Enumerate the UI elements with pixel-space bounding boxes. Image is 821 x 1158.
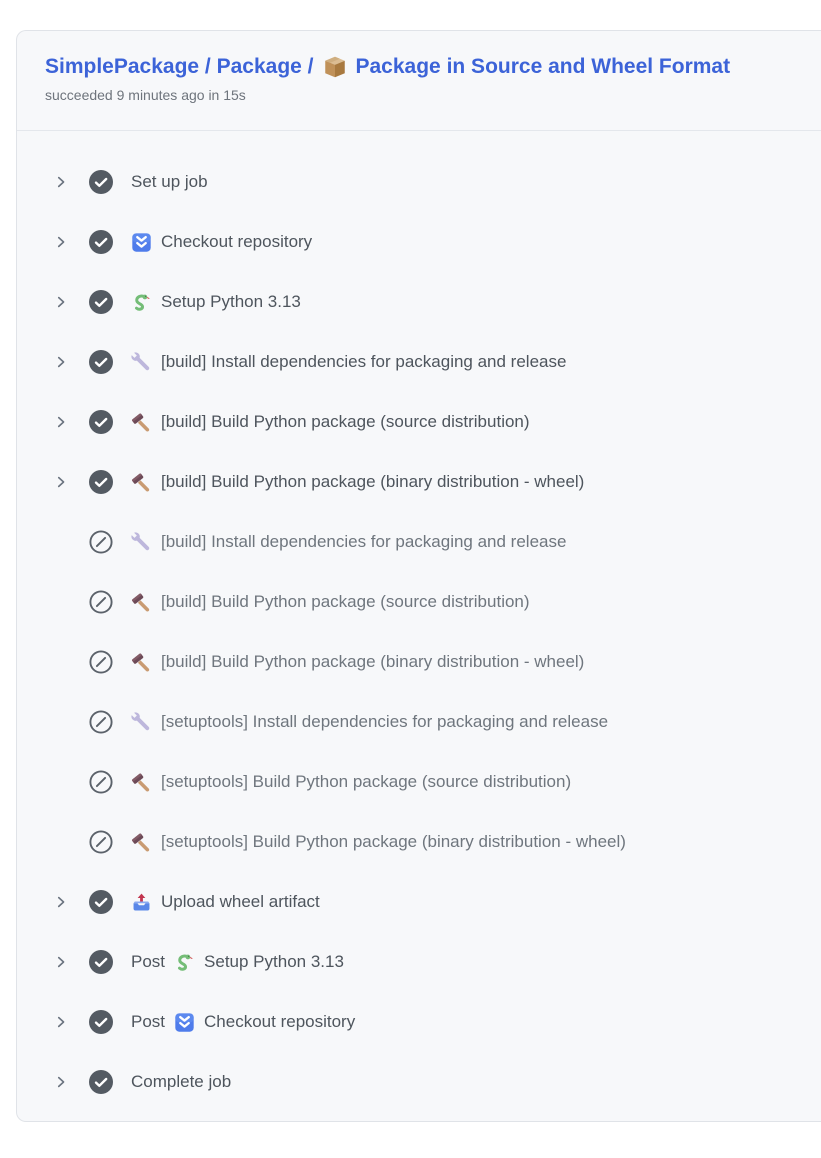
- step-row[interactable]: [build] Install dependencies for packagi…: [17, 332, 821, 392]
- step-label: [build] Install dependencies for packagi…: [161, 532, 566, 552]
- step-label: Upload wheel artifact: [161, 892, 320, 912]
- chevron-right-icon[interactable]: [53, 474, 69, 490]
- step-label-group: [build] Install dependencies for packagi…: [131, 532, 566, 553]
- step-label: Checkout repository: [161, 232, 312, 252]
- step-row[interactable]: Upload wheel artifact: [17, 872, 821, 932]
- wrench-icon: [131, 352, 152, 373]
- step-row[interactable]: Checkout repository: [17, 212, 821, 272]
- step-label: [setuptools] Build Python package (sourc…: [161, 772, 571, 792]
- step-row: [build] Build Python package (binary dis…: [17, 632, 821, 692]
- wrench-icon: [131, 712, 152, 733]
- hammer-icon: [131, 772, 152, 793]
- success-icon: [89, 470, 113, 494]
- step-label: [build] Build Python package (source dis…: [161, 412, 530, 432]
- step-label-group: [setuptools] Build Python package (binar…: [131, 832, 626, 853]
- upload-icon: [131, 892, 152, 913]
- step-label: Complete job: [131, 1072, 231, 1092]
- job-steps-card: SimplePackage / Package / Package in Sou…: [16, 30, 821, 1122]
- step-label-group: Complete job: [131, 1072, 231, 1092]
- wrench-icon: [131, 532, 152, 553]
- step-row[interactable]: Set up job: [17, 152, 821, 212]
- snake-icon: [174, 952, 195, 973]
- step-row[interactable]: Setup Python 3.13: [17, 272, 821, 332]
- skipped-icon: [89, 770, 113, 794]
- skipped-icon: [89, 710, 113, 734]
- double-down-icon: [131, 232, 152, 253]
- step-label-group: Checkout repository: [131, 232, 312, 253]
- snake-icon: [131, 292, 152, 313]
- chevron-right-icon[interactable]: [53, 1074, 69, 1090]
- step-label-group: [build] Build Python package (binary dis…: [131, 472, 584, 493]
- hammer-icon: [131, 832, 152, 853]
- step-label: [setuptools] Build Python package (binar…: [161, 832, 626, 852]
- step-prefix-label: Post: [131, 1012, 165, 1032]
- job-run-name: Package in Source and Wheel Format: [356, 55, 731, 79]
- workflow-run-page: SimplePackage / Package / Package in Sou…: [0, 30, 821, 1122]
- package-icon: [322, 54, 348, 80]
- chevron-right-icon[interactable]: [53, 1014, 69, 1030]
- step-label: Set up job: [131, 172, 208, 192]
- step-label: Setup Python 3.13: [161, 292, 301, 312]
- success-icon: [89, 350, 113, 374]
- job-title-path: SimplePackage / Package /: [45, 55, 314, 79]
- skipped-icon: [89, 590, 113, 614]
- step-row: [build] Install dependencies for packagi…: [17, 512, 821, 572]
- step-label-group: Upload wheel artifact: [131, 892, 320, 913]
- step-label-group: [build] Build Python package (source dis…: [131, 592, 530, 613]
- job-title-link[interactable]: SimplePackage / Package / Package in Sou…: [45, 54, 793, 80]
- skipped-icon: [89, 650, 113, 674]
- step-label: [build] Build Python package (binary dis…: [161, 652, 584, 672]
- step-label: [setuptools] Install dependencies for pa…: [161, 712, 608, 732]
- step-label: [build] Install dependencies for packagi…: [161, 352, 566, 372]
- chevron-right-icon[interactable]: [53, 234, 69, 250]
- success-icon: [89, 1010, 113, 1034]
- step-label-group: Set up job: [131, 172, 208, 192]
- step-label-group: [build] Build Python package (binary dis…: [131, 652, 584, 673]
- chevron-right-icon[interactable]: [53, 954, 69, 970]
- step-label: [build] Build Python package (binary dis…: [161, 472, 584, 492]
- step-label-group: [setuptools] Build Python package (sourc…: [131, 772, 571, 793]
- double-down-icon: [174, 1012, 195, 1033]
- chevron-right-icon[interactable]: [53, 294, 69, 310]
- step-label-group: Post Setup Python 3.13: [131, 952, 344, 973]
- step-row: [build] Build Python package (source dis…: [17, 572, 821, 632]
- success-icon: [89, 890, 113, 914]
- step-row[interactable]: Post Setup Python 3.13: [17, 932, 821, 992]
- success-icon: [89, 170, 113, 194]
- hammer-icon: [131, 592, 152, 613]
- chevron-right-icon[interactable]: [53, 174, 69, 190]
- success-icon: [89, 290, 113, 314]
- chevron-right-icon[interactable]: [53, 414, 69, 430]
- step-label-group: Post Checkout repository: [131, 1012, 355, 1033]
- step-row[interactable]: Post Checkout repository: [17, 992, 821, 1052]
- step-prefix-label: Post: [131, 952, 165, 972]
- chevron-right-icon[interactable]: [53, 894, 69, 910]
- chevron-right-icon[interactable]: [53, 354, 69, 370]
- step-label-group: [build] Build Python package (source dis…: [131, 412, 530, 433]
- success-icon: [89, 410, 113, 434]
- step-row[interactable]: Complete job: [17, 1052, 821, 1112]
- success-icon: [89, 950, 113, 974]
- step-row: [setuptools] Build Python package (binar…: [17, 812, 821, 872]
- step-label-group: [setuptools] Install dependencies for pa…: [131, 712, 608, 733]
- success-icon: [89, 1070, 113, 1094]
- step-row: [setuptools] Build Python package (sourc…: [17, 752, 821, 812]
- step-row[interactable]: [build] Build Python package (source dis…: [17, 392, 821, 452]
- hammer-icon: [131, 472, 152, 493]
- skipped-icon: [89, 830, 113, 854]
- step-label-group: Setup Python 3.13: [131, 292, 301, 313]
- step-row[interactable]: [build] Build Python package (binary dis…: [17, 452, 821, 512]
- success-icon: [89, 230, 113, 254]
- step-label: Setup Python 3.13: [204, 952, 344, 972]
- job-header: SimplePackage / Package / Package in Sou…: [17, 31, 821, 131]
- step-row: [setuptools] Install dependencies for pa…: [17, 692, 821, 752]
- hammer-icon: [131, 412, 152, 433]
- step-label: [build] Build Python package (source dis…: [161, 592, 530, 612]
- hammer-icon: [131, 652, 152, 673]
- job-status-line: succeeded 9 minutes ago in 15s: [45, 87, 793, 103]
- skipped-icon: [89, 530, 113, 554]
- step-label-group: [build] Install dependencies for packagi…: [131, 352, 566, 373]
- step-label: Checkout repository: [204, 1012, 355, 1032]
- step-list: Set up job Checkout repository Setup Pyt…: [17, 131, 821, 1112]
